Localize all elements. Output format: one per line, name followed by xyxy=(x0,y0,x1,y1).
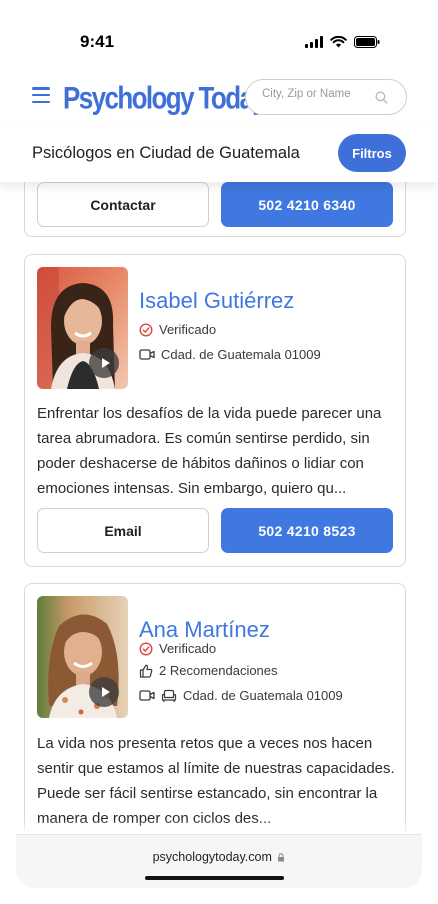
lock-icon xyxy=(278,853,285,862)
therapist-name[interactable]: Isabel Gutiérrez xyxy=(139,288,294,314)
search-box[interactable] xyxy=(245,79,407,115)
verified-row: Verificado xyxy=(139,641,216,656)
search-icon[interactable] xyxy=(375,91,388,104)
location-label: Cdad. de Guatemala 01009 xyxy=(183,688,343,703)
play-video-button[interactable] xyxy=(89,348,119,378)
browser-address-bar[interactable]: psychologytoday.com xyxy=(16,834,422,888)
phone-button[interactable]: 502 4210 6340 xyxy=(221,182,393,227)
menu-icon[interactable] xyxy=(32,87,50,103)
battery-icon xyxy=(354,36,380,48)
status-icons xyxy=(305,36,380,48)
profile-photo[interactable] xyxy=(37,596,128,718)
therapist-name[interactable]: Ana Martínez xyxy=(139,617,270,643)
verified-icon xyxy=(139,641,153,656)
therapist-bio[interactable]: Enfrentar los desafíos de la vida puede … xyxy=(37,401,397,501)
verified-label: Verificado xyxy=(159,641,217,656)
scroll-fade xyxy=(16,820,422,834)
results-list[interactable]: Contactar 502 4210 6340 Isabel Gutiérrez… xyxy=(0,182,438,834)
verified-label: Verificado xyxy=(159,322,217,337)
site-header: Psychology Today xyxy=(0,70,438,126)
location-label: Cdad. de Guatemala 01009 xyxy=(161,347,321,362)
location-row: Cdad. de Guatemala 01009 xyxy=(139,347,321,362)
cellular-signal-icon xyxy=(305,36,323,48)
results-header: Psicólogos en Ciudad de Guatemala Filtro… xyxy=(0,126,438,182)
profile-photo[interactable] xyxy=(37,267,128,389)
home-indicator xyxy=(145,876,284,880)
contact-button[interactable]: Contactar xyxy=(37,182,209,227)
site-logo[interactable]: Psychology Today xyxy=(63,79,267,117)
therapist-bio[interactable]: La vida nos presenta retos que a veces n… xyxy=(37,731,397,831)
status-time: 9:41 xyxy=(80,32,115,51)
profile-card[interactable]: Isabel Gutiérrez Verificado Cdad. de Gua… xyxy=(24,254,406,567)
verified-icon xyxy=(139,322,153,337)
search-input[interactable] xyxy=(262,88,372,100)
email-button[interactable]: Email xyxy=(37,508,209,553)
video-session-icon xyxy=(139,690,155,701)
in-person-session-icon xyxy=(161,689,177,702)
play-video-button[interactable] xyxy=(89,677,119,707)
wifi-icon xyxy=(330,36,347,48)
filters-button[interactable]: Filtros xyxy=(338,134,406,172)
phone-button[interactable]: 502 4210 8523 xyxy=(221,508,393,553)
recommendations-row: 2 Recomendaciones xyxy=(139,663,278,678)
url-label: psychologytoday.com xyxy=(152,850,272,864)
profile-card[interactable]: Ana Martínez Verificado 2 Recomendacione… xyxy=(24,583,406,834)
video-session-icon xyxy=(139,349,155,360)
page-title: Psicólogos en Ciudad de Guatemala xyxy=(32,144,300,162)
verified-row: Verificado xyxy=(139,322,216,337)
status-bar: 9:41 xyxy=(0,0,438,70)
location-row: Cdad. de Guatemala 01009 xyxy=(139,688,343,703)
url-display[interactable]: psychologytoday.com xyxy=(16,850,422,864)
profile-card: Contactar 502 4210 6340 xyxy=(24,182,406,237)
recommendations-label: 2 Recomendaciones xyxy=(159,663,278,678)
thumbs-up-icon xyxy=(139,664,153,678)
